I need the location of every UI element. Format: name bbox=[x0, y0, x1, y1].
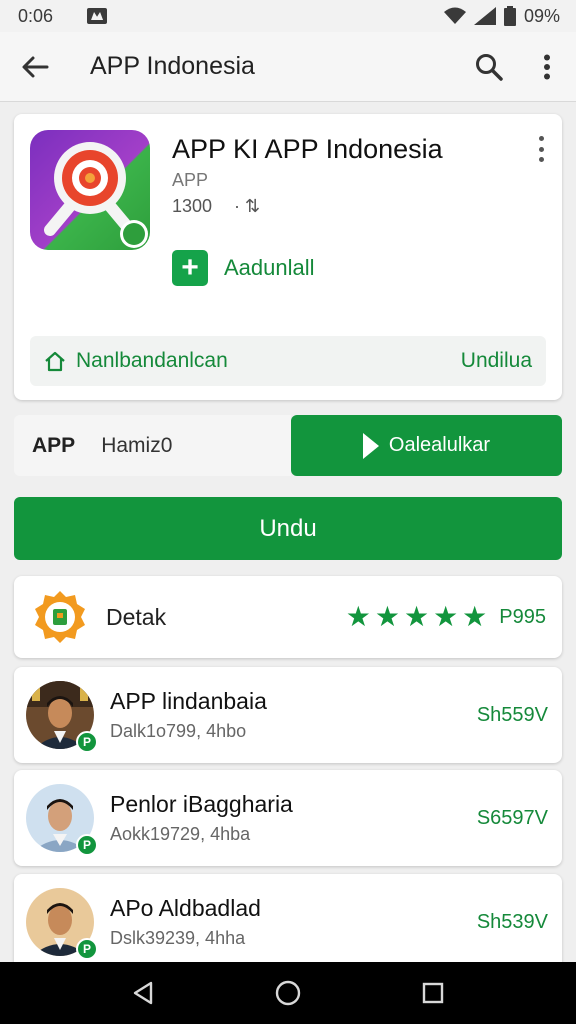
app-header-card: APP KI APP Indonesia APP 1300 · ⇅ + Aadu… bbox=[14, 114, 562, 400]
primary-button[interactable]: Undu bbox=[14, 497, 562, 560]
list-item-subtitle: Dslk39239, 4hha bbox=[110, 928, 246, 948]
card-more-button[interactable] bbox=[530, 136, 552, 162]
list-item-price: Sh559V bbox=[476, 703, 548, 726]
search-icon bbox=[476, 53, 503, 81]
install-info-value: Hamiz0 bbox=[101, 433, 173, 457]
add-button[interactable]: + Aadunlall bbox=[172, 250, 315, 286]
navigation-label: Nanlbandanlcan bbox=[76, 349, 228, 372]
install-row: APP Hamiz0 Oalealulkar bbox=[14, 415, 562, 476]
nav-back-button[interactable] bbox=[119, 969, 167, 1017]
back-button[interactable] bbox=[0, 32, 70, 102]
list-item-title: APP lindanbaia bbox=[110, 688, 267, 714]
list-item[interactable]: P Penlor iBaggharia Aokk19729, 4hba S659… bbox=[14, 770, 562, 866]
app-meta-extra: · ⇅ bbox=[234, 196, 261, 216]
badge-icon bbox=[35, 591, 85, 643]
battery-percent: 09% bbox=[523, 5, 560, 26]
status-left: 0:06 bbox=[18, 5, 108, 27]
plus-icon: + bbox=[172, 250, 208, 286]
install-info: APP Hamiz0 bbox=[14, 415, 291, 476]
star-rating: ★ ★ ★ ★ ★ bbox=[346, 603, 488, 631]
nav-back-icon bbox=[133, 981, 152, 1005]
home-icon bbox=[45, 351, 65, 372]
signal-icon bbox=[473, 7, 496, 25]
app-icon bbox=[30, 130, 150, 250]
install-info-label: APP bbox=[32, 433, 76, 457]
list-item-text: Penlor iBaggharia Aokk19729, 4hba bbox=[110, 791, 477, 845]
wifi-icon bbox=[443, 7, 466, 24]
app-subtitle: APP bbox=[172, 170, 209, 190]
avatar: P bbox=[26, 681, 98, 753]
list-item-title: APo Aldbadlad bbox=[110, 895, 261, 921]
status-bar: 0:06 09% bbox=[0, 0, 576, 32]
avatar-badge: P bbox=[76, 834, 98, 856]
notification-icon bbox=[87, 8, 108, 24]
list-item-text: APP lindanbaia Dalk1o799, 4hbo bbox=[110, 688, 477, 742]
add-label: Aadunlall bbox=[224, 255, 315, 280]
play-button-label: Oalealulkar bbox=[388, 434, 491, 456]
list-item[interactable]: P APo Aldbadlad Dslk39239, 4hha Sh539V bbox=[14, 874, 562, 970]
list-item-price: Sh539V bbox=[476, 910, 548, 933]
nav-home-icon bbox=[275, 980, 301, 1006]
more-options-button[interactable] bbox=[518, 32, 576, 102]
nav-recents-button[interactable] bbox=[409, 969, 457, 1017]
app-bar: APP Indonesia bbox=[0, 32, 576, 102]
search-button[interactable] bbox=[460, 32, 518, 102]
list-item-price: S6597V bbox=[476, 806, 548, 829]
nav-recents-icon bbox=[423, 982, 444, 1004]
list-item-subtitle: Dalk1o799, 4hbo bbox=[110, 721, 247, 741]
rating-label: Detak bbox=[106, 603, 167, 630]
status-time: 0:06 bbox=[18, 5, 54, 26]
battery-icon bbox=[503, 6, 516, 26]
more-vert-icon bbox=[544, 54, 550, 79]
navigation-left: Nanlbandanlcan bbox=[44, 349, 461, 373]
avatar-badge: P bbox=[76, 938, 98, 960]
list-item[interactable]: P APP lindanbaia Dalk1o799, 4hbo Sh559V bbox=[14, 667, 562, 763]
rating-card[interactable]: Detak ★ ★ ★ ★ ★ P995 bbox=[14, 576, 562, 658]
app-meta: 1300 · ⇅ bbox=[172, 196, 260, 217]
nav-home-button[interactable] bbox=[264, 969, 312, 1017]
back-arrow-icon bbox=[22, 56, 49, 77]
star-icon: ★ bbox=[374, 601, 400, 632]
list-item-title: Penlor iBaggharia bbox=[110, 791, 293, 817]
app-logo-icon bbox=[30, 130, 150, 250]
navigation-row[interactable]: Nanlbandanlcan Undilua bbox=[30, 336, 546, 386]
star-icon: ★ bbox=[403, 601, 430, 632]
app-meta-count: 1300 bbox=[172, 196, 213, 216]
app-name: APP KI APP Indonesia bbox=[172, 134, 443, 164]
page-title: APP Indonesia bbox=[90, 52, 255, 80]
avatar: P bbox=[26, 888, 98, 960]
star-icon: ★ bbox=[433, 601, 459, 632]
play-button[interactable]: Oalealulkar bbox=[291, 415, 562, 476]
rating-value: P995 bbox=[499, 605, 546, 628]
system-nav-bar bbox=[0, 962, 576, 1024]
star-icon: ★ bbox=[462, 601, 488, 632]
star-icon: ★ bbox=[345, 601, 371, 632]
play-icon bbox=[362, 432, 379, 459]
navigation-right-label: Undilua bbox=[460, 349, 532, 372]
avatar-badge: P bbox=[76, 731, 98, 753]
status-right: 09% bbox=[443, 5, 560, 27]
list-item-subtitle: Aokk19729, 4hba bbox=[110, 824, 251, 844]
avatar: P bbox=[26, 784, 98, 856]
list-item-text: APo Aldbadlad Dslk39239, 4hha bbox=[110, 895, 477, 949]
